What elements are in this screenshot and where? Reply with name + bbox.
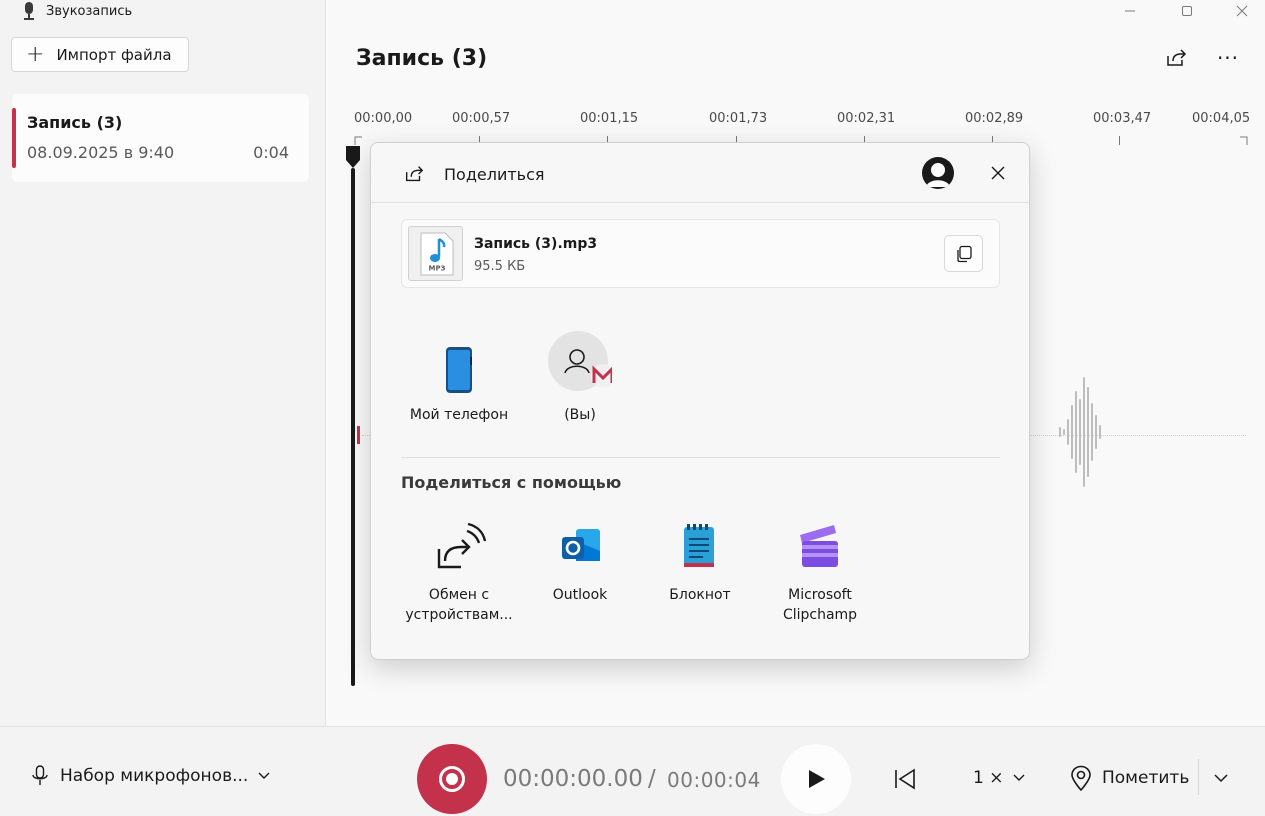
timeline-label: 00:02,89	[965, 111, 1024, 126]
share-target-label: (Вы)	[564, 407, 596, 423]
file-thumbnail: MP3	[408, 226, 463, 281]
sidebar: Звукозапись + Импорт файла Запись (3) 08…	[0, 0, 326, 726]
playback-speed-select[interactable]: 1 ×	[973, 768, 1025, 788]
music-file-icon: MP3	[420, 232, 454, 276]
timeline-label: 00:00,57	[452, 111, 511, 126]
user-avatar-icon	[926, 163, 950, 187]
notepad-icon	[668, 513, 732, 577]
time-separator: /	[648, 766, 656, 792]
timeline-label: 00:00,00	[354, 111, 413, 126]
close-dialog-button[interactable]	[985, 160, 1011, 186]
share-app-label: Блокнот	[669, 587, 731, 603]
share-with-section-title: Поделиться с помощью	[401, 473, 622, 492]
maximize-button[interactable]	[1164, 0, 1210, 22]
microphone-select[interactable]: Набор микрофонов...	[30, 765, 270, 787]
playback-speed-value: 1 ×	[973, 768, 1004, 788]
add-marker-button[interactable]: Пометить	[1070, 765, 1189, 791]
share-target-my-phone[interactable]: Мой телефон	[399, 333, 519, 425]
share-dialog-title: Поделиться	[444, 165, 545, 184]
share-icon	[405, 166, 424, 182]
import-file-button[interactable]: + Импорт файла	[11, 37, 189, 72]
minimize-button[interactable]	[1107, 0, 1153, 22]
microphone-icon	[32, 765, 48, 785]
recording-date: 08.09.2025 в 9:40	[27, 143, 175, 162]
chevron-down-icon[interactable]	[1212, 769, 1230, 787]
playhead-handle[interactable]	[345, 146, 361, 168]
timeline-end-bracket	[1240, 136, 1248, 145]
phone-icon	[427, 333, 491, 397]
total-time: 00:00:04	[667, 768, 761, 792]
page-title: Запись (3)	[356, 46, 488, 71]
share-app-nearby-sharing[interactable]: Обмен с устройствам...	[399, 513, 519, 625]
share-app-clipchamp[interactable]: Microsoft Clipchamp	[760, 513, 880, 625]
divider	[1198, 759, 1199, 795]
account-avatar[interactable]	[922, 157, 954, 189]
share-target-self[interactable]: (Вы)	[520, 331, 640, 425]
share-app-outlook[interactable]: Outlook	[520, 513, 640, 605]
waveform	[1059, 377, 1101, 487]
timeline-label: 00:01,73	[709, 111, 768, 126]
playhead-line[interactable]	[351, 168, 355, 686]
clipchamp-icon	[788, 513, 852, 577]
share-app-notepad[interactable]: Блокнот	[640, 513, 760, 605]
timeline-label: 00:03,47	[1093, 111, 1152, 126]
plus-icon: +	[26, 41, 45, 67]
share-dialog: Поделиться MP3 Запись (3).mp3 95.5 КБ Мо…	[370, 142, 1030, 660]
contact-icon	[548, 331, 612, 397]
recording-duration: 0:04	[253, 143, 289, 162]
copy-icon	[956, 245, 972, 262]
file-size: 95.5 КБ	[474, 259, 526, 274]
chevron-down-icon	[1013, 774, 1025, 781]
play-button[interactable]	[781, 744, 851, 814]
record-icon	[439, 766, 465, 792]
timeline-label: 00:04,05	[1192, 111, 1251, 126]
app-mic-icon	[24, 2, 34, 20]
file-thumb-label: MP3	[429, 265, 446, 273]
share-app-label: Обмен с устройствам...	[405, 587, 513, 623]
timeline-label: 00:01,15	[580, 111, 639, 126]
close-icon	[991, 166, 1005, 180]
more-options-icon[interactable]: ···	[1216, 46, 1240, 70]
close-window-button[interactable]	[1219, 0, 1265, 22]
record-button[interactable]	[417, 744, 487, 814]
share-target-label: Мой телефон	[409, 407, 509, 423]
outlook-icon	[548, 513, 612, 577]
location-pin-icon	[1071, 765, 1091, 791]
play-icon	[809, 770, 825, 788]
timeline-tick	[1119, 136, 1120, 145]
timeline-label: 00:02,31	[837, 111, 896, 126]
section-divider	[401, 457, 1000, 458]
current-time: 00:00:00.00	[503, 766, 643, 792]
chevron-down-icon	[258, 772, 270, 779]
app-title-bar: Звукозапись	[22, 0, 132, 22]
share-app-label: Outlook	[552, 587, 608, 603]
playback-bar: Набор микрофонов... 00:00:00.00 / 00:00:…	[0, 726, 1265, 816]
app-title: Звукозапись	[46, 3, 133, 19]
maximize-icon	[1182, 6, 1192, 16]
import-file-label: Импорт файла	[56, 45, 172, 64]
copy-button[interactable]	[944, 235, 983, 272]
nearby-share-icon	[427, 513, 491, 577]
shared-file-card: MP3 Запись (3).mp3 95.5 КБ	[401, 219, 1000, 288]
share-icon[interactable]	[1164, 46, 1188, 70]
close-window-icon	[1236, 5, 1248, 17]
share-app-label: Microsoft Clipchamp	[782, 587, 858, 623]
recording-list-item[interactable]: Запись (3) 08.09.2025 в 9:40 0:04	[12, 94, 309, 182]
microphone-label: Набор микрофонов...	[60, 766, 249, 786]
minimize-icon	[1125, 10, 1135, 12]
recording-title: Запись (3)	[27, 113, 123, 132]
share-dialog-header: Поделиться	[371, 143, 1029, 203]
position-marker	[357, 426, 360, 444]
timeline-start-bracket	[354, 136, 362, 145]
file-name: Запись (3).mp3	[474, 236, 598, 252]
skip-to-start-icon[interactable]	[892, 766, 918, 792]
selection-indicator	[12, 108, 16, 168]
add-marker-label: Пометить	[1102, 768, 1190, 788]
